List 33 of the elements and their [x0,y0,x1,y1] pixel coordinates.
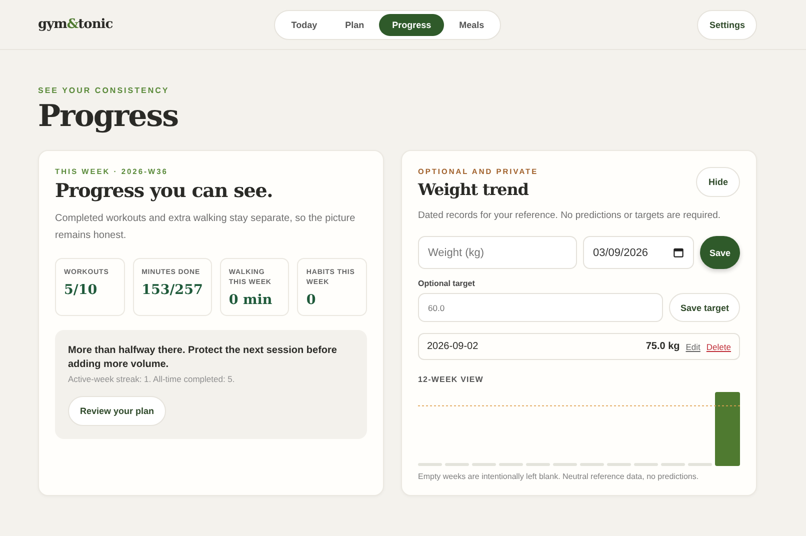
card-title: Progress you can see. [55,180,274,202]
note-message: More than halfway there. Protect the next session before adding more volume. [68,344,338,372]
chart-title: 12-WEEK VIEW [418,375,484,384]
save-button[interactable]: Save [700,236,740,269]
record-weight: 75.0 kg [646,341,680,352]
page-eyebrow: SEE YOUR CONSISTENCY [38,86,170,95]
stat-value: 0 [306,292,317,308]
stat-value: 0 min [228,292,274,308]
stat-value: 5/10 [64,282,98,298]
card-description: Completed workouts and extra walking stay separate, so the picture remains honest. [55,212,356,243]
review-plan-button[interactable]: Review your plan [68,396,166,426]
weight-input[interactable]: Weight (kg) [418,236,577,269]
nav-tab[interactable]: Meals [446,14,498,36]
target-input[interactable]: 60.0 [418,293,664,322]
save-target-button[interactable]: Save target [669,293,740,322]
target-label: Optional target [418,279,476,288]
card-description: Dated records for your reference. No predictions or targets are required. [418,209,722,223]
edit-link[interactable]: Edit [686,342,700,352]
delete-link[interactable]: Delete [706,342,731,352]
record-date: 2026-09-02 [427,341,480,352]
nav-tab[interactable]: Today [278,14,330,36]
date-input[interactable]: 03/09/2026 [583,236,694,269]
logo[interactable]: gym&tonic [38,17,158,32]
chart-note: Empty weeks are intentionally left blank. Neutral reference data, no predictions. [418,472,700,481]
note-detail: Active-week streak: 1. All-time completed: 5. [68,374,236,384]
settings-button[interactable]: Settings [697,10,757,40]
nav-tab[interactable]: Plan [332,14,378,36]
calendar-icon[interactable] [673,247,684,258]
card-title: Weight trend [418,180,530,199]
stat-value: 153/257 [142,282,203,298]
nav-tab[interactable]: Progress [379,14,444,36]
hide-button[interactable]: Hide [696,167,740,197]
page-title: Progress [38,99,180,134]
